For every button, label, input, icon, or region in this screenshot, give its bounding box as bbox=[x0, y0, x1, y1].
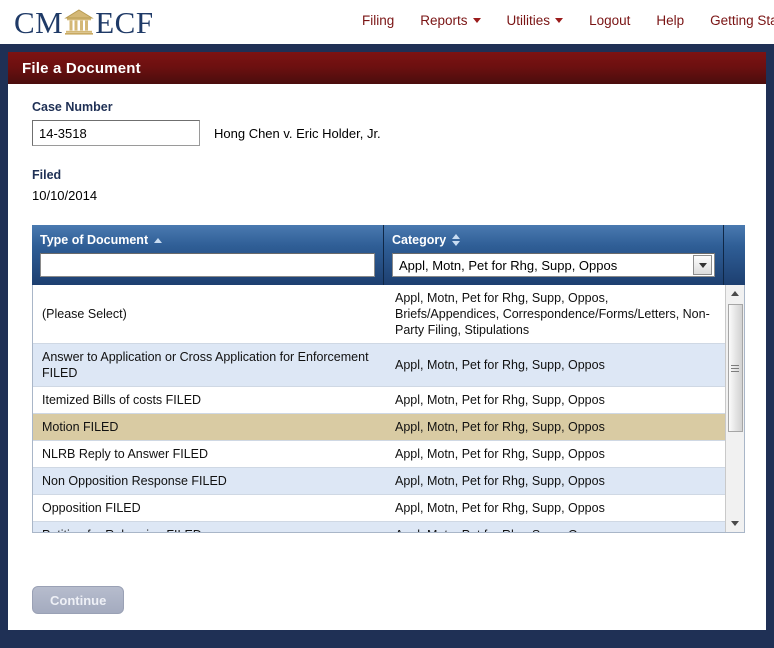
nav-label: Utilities bbox=[506, 13, 551, 28]
case-number-input[interactable] bbox=[32, 120, 200, 146]
cell-category: Appl, Motn, Pet for Rhg, Supp, Oppos bbox=[395, 474, 605, 488]
column-sort-type-of-document[interactable]: Type of Document bbox=[40, 233, 163, 247]
cell-type-of-document: Non Opposition Response FILED bbox=[42, 474, 227, 488]
nav-item-getting-started[interactable]: Getting Started bbox=[710, 13, 774, 28]
cell-type-of-document: Opposition FILED bbox=[42, 501, 141, 515]
nav-label: Filing bbox=[362, 13, 395, 28]
filed-date-value: 10/10/2014 bbox=[32, 188, 98, 203]
cell-type-of-document: Itemized Bills of costs FILED bbox=[42, 393, 202, 407]
nav-label: Getting Started bbox=[710, 13, 774, 28]
chevron-down-icon[interactable] bbox=[693, 255, 712, 275]
content-panel: File a Document Case Number Hong Chen v.… bbox=[8, 52, 766, 630]
grid-rows: (Please Select) Appl, Motn, Pet for Rhg,… bbox=[33, 285, 725, 532]
nav-item-filing[interactable]: Filing bbox=[362, 13, 394, 28]
case-caption: Hong Chen v. Eric Holder, Jr. bbox=[214, 125, 381, 141]
filed-block: Filed 10/10/2014 bbox=[32, 168, 766, 203]
cell-type-of-document: Answer to Application or Cross Applicati… bbox=[42, 350, 369, 380]
logo-text-cm: CM bbox=[14, 4, 64, 40]
category-filter-select[interactable]: Appl, Motn, Pet for Rhg, Supp, Oppos bbox=[392, 253, 715, 277]
sort-updown-icon bbox=[452, 234, 461, 246]
cell-type-of-document: Motion FILED bbox=[42, 420, 119, 434]
cell-category: Appl, Motn, Pet for Rhg, Supp, Oppos bbox=[395, 420, 605, 434]
category-filter-value: Appl, Motn, Pet for Rhg, Supp, Oppos bbox=[399, 257, 618, 273]
column-header-scrollbar-spacer bbox=[724, 225, 745, 285]
case-number-label: Case Number bbox=[32, 100, 113, 114]
page-title: File a Document bbox=[22, 59, 141, 77]
nav-item-utilities[interactable]: Utilities bbox=[507, 13, 564, 28]
table-row[interactable]: Answer to Application or Cross Applicati… bbox=[33, 344, 725, 387]
table-row[interactable]: NLRB Reply to Answer FILED Appl, Motn, P… bbox=[33, 441, 725, 468]
column-label: Category bbox=[392, 233, 447, 247]
column-header-type-of-document[interactable]: Type of Document bbox=[32, 225, 384, 285]
cell-type-of-document: NLRB Reply to Answer FILED bbox=[42, 447, 209, 461]
cell-type-of-document: (Please Select) bbox=[42, 307, 127, 321]
main-navigation: Filing Reports Utilities Logout Help Get… bbox=[362, 13, 774, 28]
cell-category: Appl, Motn, Pet for Rhg, Supp, Oppos bbox=[386, 522, 723, 532]
cell-type-of-document: Petition for Rehearing FILED bbox=[33, 522, 386, 532]
page-title-bar: File a Document bbox=[8, 52, 766, 84]
cmecf-logo: CM ECF bbox=[14, 7, 154, 38]
cell-category: Appl, Motn, Pet for Rhg, Supp, Oppos bbox=[395, 447, 605, 461]
nav-label: Help bbox=[656, 13, 685, 28]
nav-item-logout[interactable]: Logout bbox=[589, 13, 630, 28]
cell-category: Appl, Motn, Pet for Rhg, Supp, Oppos bbox=[395, 501, 605, 515]
cell-category: Appl, Motn, Pet for Rhg, Supp, Oppos, Br… bbox=[395, 291, 710, 337]
grid-body: (Please Select) Appl, Motn, Pet for Rhg,… bbox=[32, 285, 745, 533]
grid-vertical-scrollbar[interactable] bbox=[725, 285, 744, 532]
nav-item-help[interactable]: Help bbox=[656, 13, 684, 28]
chevron-down-icon bbox=[555, 18, 564, 23]
table-row[interactable]: Itemized Bills of costs FILED Appl, Motn… bbox=[33, 387, 725, 414]
column-sort-category[interactable]: Category bbox=[392, 233, 461, 247]
cell-category: Appl, Motn, Pet for Rhg, Supp, Oppos bbox=[395, 358, 605, 372]
cell-category: Appl, Motn, Pet for Rhg, Supp, Oppos bbox=[395, 393, 605, 407]
top-brand-bar: CM ECF Filing Reports Utilities Logout H… bbox=[0, 0, 774, 44]
grip-icon bbox=[731, 363, 739, 374]
page-frame: File a Document Case Number Hong Chen v.… bbox=[0, 44, 774, 648]
logo-text-ecf: ECF bbox=[95, 4, 154, 40]
courthouse-icon bbox=[64, 9, 95, 35]
type-of-document-filter-input[interactable] bbox=[40, 253, 375, 277]
filed-label: Filed bbox=[32, 168, 62, 182]
scrollbar-track[interactable] bbox=[727, 302, 744, 515]
column-label: Type of Document bbox=[40, 233, 149, 247]
sort-ascending-icon bbox=[154, 237, 163, 243]
table-row[interactable]: (Please Select) Appl, Motn, Pet for Rhg,… bbox=[33, 285, 725, 344]
table-row[interactable]: Opposition FILED Appl, Motn, Pet for Rhg… bbox=[33, 495, 725, 522]
table-row[interactable]: Petition for Rehearing FILED Appl, Motn,… bbox=[33, 522, 725, 532]
case-number-row: Hong Chen v. Eric Holder, Jr. bbox=[32, 120, 766, 146]
nav-label: Logout bbox=[589, 13, 631, 28]
scrollbar-thumb[interactable] bbox=[727, 304, 743, 432]
nav-label: Reports bbox=[420, 13, 468, 28]
table-row-selected[interactable]: Motion FILED Appl, Motn, Pet for Rhg, Su… bbox=[33, 414, 725, 441]
form-content: Case Number Hong Chen v. Eric Holder, Jr… bbox=[8, 84, 766, 533]
column-header-category[interactable]: Category Appl, Motn, Pet for Rhg, Supp, … bbox=[384, 225, 724, 285]
table-row[interactable]: Non Opposition Response FILED Appl, Motn… bbox=[33, 468, 725, 495]
scroll-up-icon[interactable] bbox=[726, 285, 744, 302]
document-type-grid: Type of Document Category Appl, Motn, Pe… bbox=[32, 225, 745, 533]
nav-item-reports[interactable]: Reports bbox=[420, 13, 481, 28]
continue-button[interactable]: Continue bbox=[32, 586, 125, 614]
scroll-down-icon[interactable] bbox=[726, 515, 744, 532]
chevron-down-icon bbox=[472, 18, 481, 23]
grid-header: Type of Document Category Appl, Motn, Pe… bbox=[32, 225, 745, 285]
